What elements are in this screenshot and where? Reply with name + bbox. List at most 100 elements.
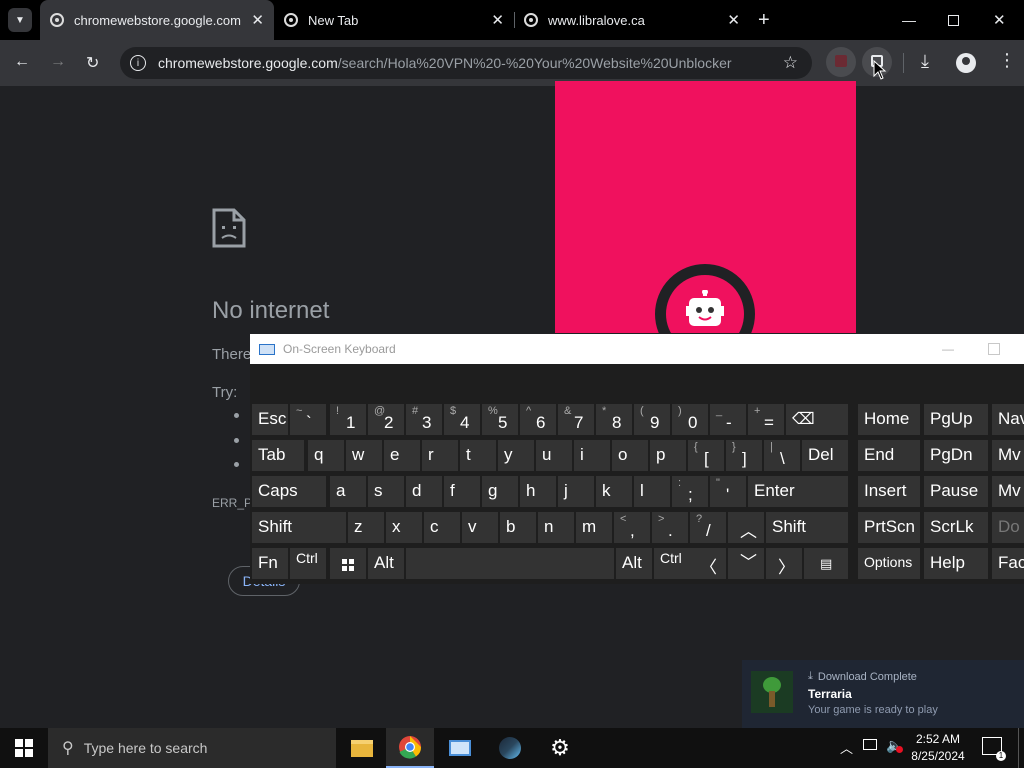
start-button[interactable]: [0, 728, 48, 768]
site-info-icon[interactable]: i: [130, 55, 146, 71]
key-6[interactable]: ^ 6: [520, 404, 556, 435]
key-tab[interactable]: Tab: [252, 440, 304, 471]
key-arrow-right[interactable]: 〉: [766, 548, 802, 579]
key-y[interactable]: y: [498, 440, 534, 471]
key-e[interactable]: e: [384, 440, 420, 471]
key-7[interactable]: & 7: [558, 404, 594, 435]
key-esc[interactable]: Esc: [252, 404, 288, 435]
key-g[interactable]: g: [482, 476, 518, 507]
key-scrlk[interactable]: ScrLk: [924, 512, 988, 543]
steam-taskbar-button[interactable]: [486, 728, 534, 768]
maximize-icon[interactable]: [988, 343, 1000, 355]
forward-button[interactable]: →: [50, 53, 66, 71]
key-s[interactable]: s: [368, 476, 404, 507]
key-k[interactable]: k: [596, 476, 632, 507]
key-pgdn[interactable]: PgDn: [924, 440, 988, 471]
download-notification[interactable]: ⤓ Download Complete Terraria Your game i…: [742, 660, 1024, 728]
close-tab-icon[interactable]: ✕: [491, 11, 504, 29]
key-prtscn[interactable]: PrtScn: [858, 512, 920, 543]
key-comma[interactable]: <,: [614, 512, 650, 543]
settings-taskbar-button[interactable]: ⚙: [536, 728, 584, 768]
key-j[interactable]: j: [558, 476, 594, 507]
key-0[interactable]: ) 0: [672, 404, 708, 435]
key-end[interactable]: End: [858, 440, 920, 471]
taskbar-search-box[interactable]: ⚲ Type here to search: [48, 728, 336, 768]
chrome-taskbar-button[interactable]: [386, 728, 434, 768]
key-equals[interactable]: + =: [748, 404, 784, 435]
key-z[interactable]: z: [348, 512, 384, 543]
new-tab-button[interactable]: +: [758, 0, 778, 40]
key-arrow-left[interactable]: 〈: [690, 548, 726, 579]
clock[interactable]: 2:52 AM 8/25/2024: [906, 731, 970, 765]
key-3[interactable]: #3: [406, 404, 442, 435]
key-i[interactable]: i: [574, 440, 610, 471]
key-help[interactable]: Help: [924, 548, 988, 579]
key-d[interactable]: d: [406, 476, 442, 507]
key-home[interactable]: Home: [858, 404, 920, 435]
key-mv-up[interactable]: Mv: [992, 440, 1024, 471]
show-desktop-button[interactable]: [1018, 728, 1019, 768]
downloads-button[interactable]: ⤓: [921, 51, 929, 72]
tab-chromewebstore[interactable]: chromewebstore.google.com ✕: [40, 0, 274, 40]
tab-new-tab[interactable]: New Tab ✕: [274, 0, 514, 40]
network-icon[interactable]: [863, 739, 877, 750]
key-t[interactable]: t: [460, 440, 496, 471]
key-dock[interactable]: Do: [992, 512, 1024, 543]
key-5[interactable]: % 5: [482, 404, 518, 435]
key-b[interactable]: b: [500, 512, 536, 543]
key-space[interactable]: [406, 548, 614, 579]
tab-search-button[interactable]: ▼: [8, 0, 32, 40]
key-nav[interactable]: Nav: [992, 404, 1024, 435]
close-window-button[interactable]: ✕: [993, 0, 1009, 40]
key-minus[interactable]: _ -: [710, 404, 746, 435]
key-f[interactable]: f: [444, 476, 480, 507]
key-8[interactable]: * 8: [596, 404, 632, 435]
key-tilde[interactable]: ~ `: [290, 404, 326, 435]
key-u[interactable]: u: [536, 440, 572, 471]
key-right-bracket[interactable]: }]: [726, 440, 762, 471]
key-w[interactable]: w: [346, 440, 382, 471]
key-menu[interactable]: ▤: [804, 548, 848, 579]
key-shift-left[interactable]: Shift: [252, 512, 346, 543]
back-button[interactable]: ←: [14, 53, 30, 71]
key-2[interactable]: @2: [368, 404, 404, 435]
key-arrow-up[interactable]: ︿: [728, 512, 764, 543]
key-pgup[interactable]: PgUp: [924, 404, 988, 435]
key-9[interactable]: (9: [634, 404, 670, 435]
key-windows[interactable]: [330, 548, 366, 579]
key-h[interactable]: h: [520, 476, 556, 507]
key-arrow-down[interactable]: ﹀: [728, 548, 764, 579]
key-m[interactable]: m: [576, 512, 612, 543]
key-fn[interactable]: Fn: [252, 548, 288, 579]
key-enter[interactable]: Enter: [748, 476, 848, 507]
key-alt-left[interactable]: Alt: [368, 548, 404, 579]
extension-icon-pinned[interactable]: [826, 47, 856, 77]
reload-button[interactable]: ↻: [86, 53, 99, 73]
key-semicolon[interactable]: :;: [672, 476, 708, 507]
close-tab-icon[interactable]: ✕: [251, 11, 264, 29]
key-a[interactable]: a: [330, 476, 366, 507]
profile-button[interactable]: [956, 53, 976, 73]
key-slash[interactable]: ? /: [690, 512, 726, 543]
restore-button[interactable]: [948, 0, 964, 40]
key-p[interactable]: p: [650, 440, 686, 471]
key-backslash[interactable]: | \: [764, 440, 800, 471]
notification-center-icon[interactable]: 1: [982, 737, 1006, 761]
key-left-bracket[interactable]: {[: [688, 440, 724, 471]
key-insert[interactable]: Insert: [858, 476, 920, 507]
key-4[interactable]: $4: [444, 404, 480, 435]
key-1[interactable]: ! 1: [330, 404, 366, 435]
key-q[interactable]: q: [308, 440, 344, 471]
file-explorer-taskbar-button[interactable]: [338, 728, 386, 768]
menu-button[interactable]: ⋮: [998, 50, 1016, 71]
key-alt-right[interactable]: Alt: [616, 548, 652, 579]
key-options[interactable]: Options: [858, 548, 920, 579]
key-backspace[interactable]: ⌫: [786, 404, 848, 435]
close-tab-icon[interactable]: ✕: [727, 11, 740, 29]
key-period[interactable]: >.: [652, 512, 688, 543]
key-mv-down[interactable]: Mv: [992, 476, 1024, 507]
tab-libralove[interactable]: www.libralove.ca ✕: [514, 0, 750, 40]
minimize-icon[interactable]: —: [942, 342, 954, 356]
key-x[interactable]: x: [386, 512, 422, 543]
show-hidden-icons-button[interactable]: ︿: [840, 738, 853, 757]
